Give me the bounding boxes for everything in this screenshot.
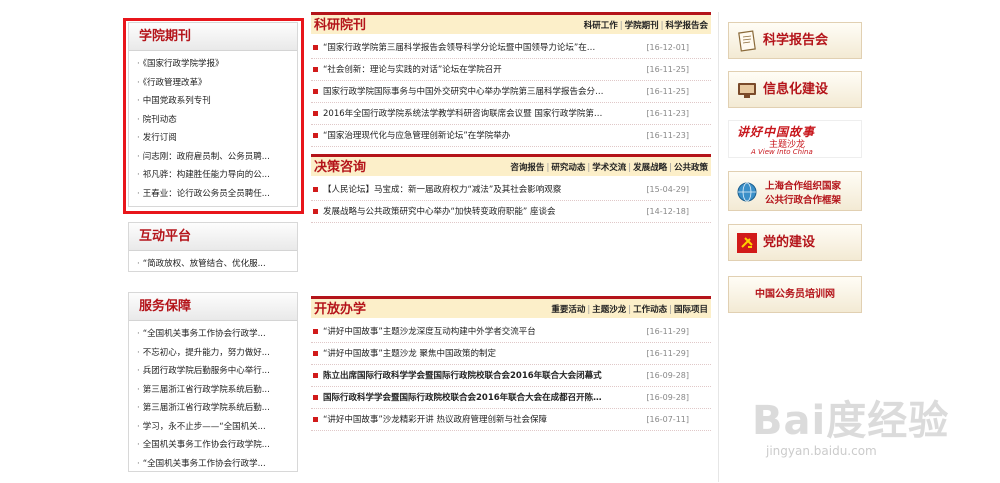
opening-list: “讲好中国故事”主题沙龙深度互动构建中外学者交流平台 [16-11-29] “讲好… — [311, 318, 711, 431]
link-journals[interactable]: 学院期刊 — [625, 21, 659, 31]
science-report-label: 科学报告会 — [763, 33, 829, 48]
link-salon[interactable]: 主题沙龙 — [592, 305, 626, 315]
platform-list: · “简政放权、放管结合、优化服... — [129, 251, 297, 274]
bullet-icon — [313, 133, 318, 138]
list-item[interactable]: · “简政放权、放管结合、优化服... — [137, 255, 297, 274]
news-item[interactable]: 国际行政科学学会暨国际行政院校联合会2016年联合大会在成都召开陈… [16-09… — [311, 387, 711, 409]
news-item[interactable]: 国家行政学院国际事务与中国外交研究中心举办学院第三届科学报告会分… [16-11-… — [311, 81, 711, 103]
bullet-icon — [313, 209, 318, 214]
opening-links: 重要活动 | 主题沙龙 | 工作动态 | 国际项目 — [551, 305, 708, 315]
informatization-label: 信息化建设 — [763, 82, 829, 97]
bullet-icon — [313, 373, 318, 378]
research-list: “国家行政学院第三届科学报告会领导科学分论坛暨中国领导力论坛”在… [16-12-… — [311, 34, 711, 147]
list-item[interactable]: · “全国机关事务工作协会行政学... — [137, 325, 297, 344]
research-panel: 科研院刊 科研工作 | 学院期刊 | 科学报告会 “国家行政学院第三届科学报告会领导科学… — [311, 12, 711, 147]
news-item[interactable]: “国家治理现代化与应急管理创新论坛”在学院举办 [16-11-23] — [311, 125, 711, 147]
bullet-icon — [313, 351, 318, 356]
column-divider — [718, 12, 719, 482]
document-icon — [738, 30, 756, 52]
sco-line2: 公共行政合作框架 — [765, 195, 842, 206]
news-item[interactable]: 发展战略与公共政策研究中心举办“加快转变政府职能” 座谈会 [14-12-18] — [311, 201, 711, 223]
decision-list: 【人民论坛】马宝成：新一届政府权力“减法”及其社会影响观察 [15-04-29] … — [311, 176, 711, 223]
decision-header: 决策咨询 咨询报告 | 研究动态 | 学术交流 | 发展战略 | 公共政策 — [311, 154, 711, 176]
news-item[interactable]: “社会创新：理论与实践的对话”论坛在学院召开 [16-11-25] — [311, 59, 711, 81]
service-panel: 服务保障 · “全国机关事务工作协会行政学... · 不忘初心，提升能力，努力做好.… — [128, 292, 298, 472]
news-item[interactable]: “国家行政学院第三届科学报告会领导科学分论坛暨中国领导力论坛”在… [16-12-… — [311, 37, 711, 59]
list-item[interactable]: · “全国机关事务工作协会行政学... — [137, 455, 297, 474]
civil-servant-training-button[interactable]: 中国公务员培训网 — [728, 276, 862, 313]
news-item[interactable]: 陈立出席国际行政科学学会暨国际行政院校联合会2016年联合大会闭幕式 [16-09… — [311, 365, 711, 387]
sco-framework-button[interactable]: 上海合作组织国家 公共行政合作框架 — [728, 171, 862, 211]
bullet-icon — [313, 67, 318, 72]
link-research-work[interactable]: 科研工作 — [584, 21, 618, 31]
highlight-box — [123, 18, 304, 214]
list-item[interactable]: · 全国机关事务工作协会行政学院... — [137, 436, 297, 455]
baidu-watermark: Bai度经验 jingyan.baidu.com — [752, 388, 992, 478]
news-item[interactable]: 2016年全国行政学院系统法学教学科研咨询联席会议暨 国家行政学院第… [16-1… — [311, 103, 711, 125]
bullet-icon — [313, 89, 318, 94]
decision-title: 决策咨询 — [314, 160, 367, 175]
sco-line1: 上海合作组织国家 — [765, 181, 842, 192]
china-story-english: A View Into China — [751, 148, 813, 156]
opening-panel: 开放办学 重要活动 | 主题沙龙 | 工作动态 | 国际项目 “讲好中国故事”主题沙龙深度互… — [311, 296, 711, 431]
link-intl-projects[interactable]: 国际项目 — [674, 305, 708, 315]
platform-panel: 互动平台 · “简政放权、放管结合、优化服... — [128, 222, 298, 272]
globe-icon — [737, 182, 757, 202]
science-report-button[interactable]: 科学报告会 — [728, 22, 862, 59]
link-key-events[interactable]: 重要活动 — [551, 305, 585, 315]
opening-title: 开放办学 — [314, 302, 367, 317]
service-title: 服务保障 — [129, 293, 297, 321]
news-item[interactable]: “讲好中国故事”沙龙精彩开讲 热议政府管理创新与社会保障 [16-07-11] — [311, 409, 711, 431]
list-item[interactable]: · 不忘初心，提升能力，努力做好... — [137, 344, 297, 363]
party-emblem-icon — [737, 233, 757, 253]
link-strategy[interactable]: 发展战略 — [633, 163, 667, 173]
list-item[interactable]: · 学习，永不止步——“全国机关... — [137, 418, 297, 437]
link-report[interactable]: 科学报告会 — [665, 21, 708, 31]
watermark-brand: Bai度经验 — [752, 398, 950, 444]
list-item[interactable]: · 兵团行政学院后勤服务中心举行... — [137, 362, 297, 381]
research-header: 科研院刊 科研工作 | 学院期刊 | 科学报告会 — [311, 12, 711, 34]
bullet-icon — [313, 417, 318, 422]
list-item[interactable]: · 第三届浙江省行政学院系统后勤... — [137, 381, 297, 400]
bullet-icon — [313, 329, 318, 334]
decision-links: 咨询报告 | 研究动态 | 学术交流 | 发展战略 | 公共政策 — [510, 163, 708, 173]
decision-panel: 决策咨询 咨询报告 | 研究动态 | 学术交流 | 发展战略 | 公共政策 【人民论坛】马宝成：… — [311, 154, 711, 223]
informatization-button[interactable]: 信息化建设 — [728, 71, 862, 108]
party-building-button[interactable]: 党的建设 — [728, 224, 862, 261]
research-links: 科研工作 | 学院期刊 | 科学报告会 — [583, 21, 708, 31]
civil-servant-training-label: 中国公务员培训网 — [755, 289, 835, 300]
party-building-label: 党的建设 — [763, 235, 816, 250]
news-item[interactable]: 【人民论坛】马宝成：新一届政府权力“减法”及其社会影响观察 [15-04-29] — [311, 179, 711, 201]
bullet-icon — [313, 45, 318, 50]
link-academic-exchange[interactable]: 学术交流 — [592, 163, 626, 173]
china-story-banner[interactable]: 讲好中国故事 主题沙龙 A View Into China — [728, 120, 862, 158]
news-item[interactable]: “讲好中国故事”主题沙龙深度互动构建中外学者交流平台 [16-11-29] — [311, 321, 711, 343]
link-work-news[interactable]: 工作动态 — [633, 305, 667, 315]
link-research-news[interactable]: 研究动态 — [551, 163, 585, 173]
bullet-icon — [313, 187, 318, 192]
research-title: 科研院刊 — [314, 18, 367, 33]
list-item[interactable]: · 第三届浙江省行政学院系统后勤... — [137, 399, 297, 418]
link-consult-report[interactable]: 咨询报告 — [510, 163, 544, 173]
opening-header: 开放办学 重要活动 | 主题沙龙 | 工作动态 | 国际项目 — [311, 296, 711, 318]
link-public-policy[interactable]: 公共政策 — [674, 163, 708, 173]
news-item[interactable]: “讲好中国故事”主题沙龙 聚焦中国政策的制定 [16-11-29] — [311, 343, 711, 365]
monitor-icon — [738, 83, 756, 98]
service-list: · “全国机关事务工作协会行政学... · 不忘初心，提升能力，努力做好... · 兵… — [129, 321, 297, 473]
platform-title: 互动平台 — [129, 223, 297, 251]
bullet-icon — [313, 395, 318, 400]
bullet-icon — [313, 111, 318, 116]
watermark-url: jingyan.baidu.com — [766, 444, 877, 458]
